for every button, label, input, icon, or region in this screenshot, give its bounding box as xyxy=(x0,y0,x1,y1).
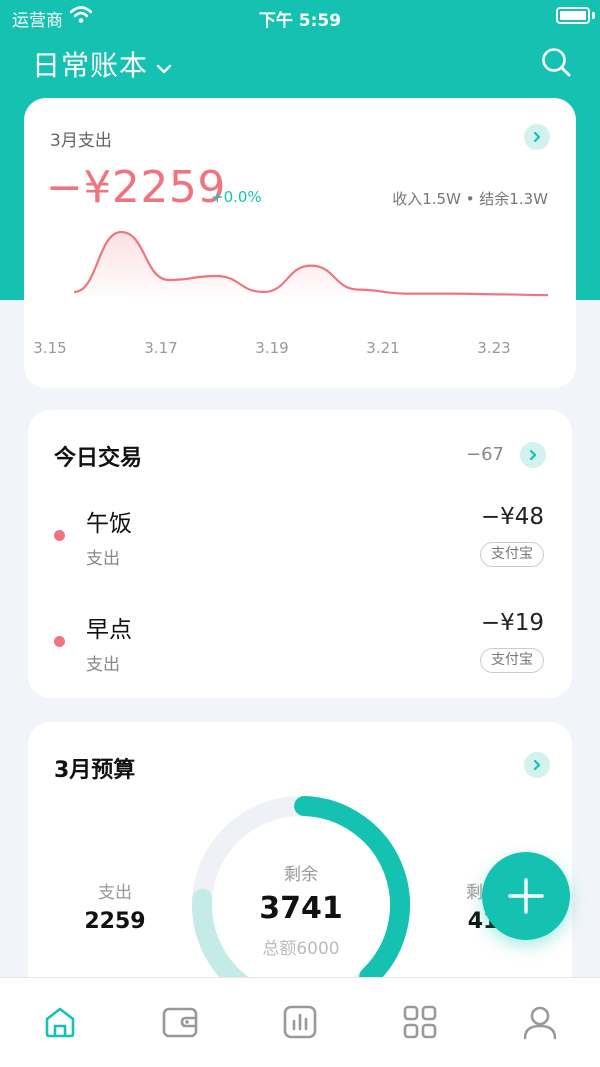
payment-method-badge: 支付宝 xyxy=(480,542,544,567)
search-icon[interactable] xyxy=(540,46,572,82)
transaction-type: 支出 xyxy=(86,655,120,675)
transaction-name: 午饭 xyxy=(86,511,132,537)
tab-bar xyxy=(0,977,600,1067)
budget-detail-button[interactable] xyxy=(524,752,550,778)
payment-method-badge: 支付宝 xyxy=(480,648,544,673)
user-icon xyxy=(523,1006,557,1040)
today-transactions-card: 今日交易 −67 午饭 支出 −¥48 支付宝 早点 支出 −¥19 支付宝 xyxy=(28,410,572,698)
budget-spent-value: 2259 xyxy=(84,909,146,934)
x-tick-label: 3.15 xyxy=(33,339,66,357)
wallet-icon xyxy=(162,1007,198,1038)
stats-icon xyxy=(283,1005,317,1039)
chevron-right-icon xyxy=(533,759,541,771)
month-expense-card[interactable]: 3月支出 −¥2259 +0.0% 收入1.5W • 结余1.3W 3.15 3.… xyxy=(24,98,576,388)
x-tick-label: 3.17 xyxy=(144,339,177,357)
x-tick-label: 3.23 xyxy=(477,339,510,357)
chevron-down-icon xyxy=(156,48,172,81)
expense-dot xyxy=(54,530,65,541)
today-detail-button[interactable] xyxy=(520,442,546,468)
transaction-row[interactable]: 早点 支出 −¥19 支付宝 xyxy=(28,608,572,678)
battery-icon xyxy=(556,7,590,24)
expense-dot xyxy=(54,636,65,647)
transaction-name: 早点 xyxy=(86,617,132,643)
status-bar: 运营商 下午 5:59 xyxy=(0,0,600,32)
book-name: 日常账本 xyxy=(32,49,149,82)
chart-area-fill xyxy=(74,232,548,296)
tab-apps[interactable] xyxy=(400,1002,440,1042)
chevron-right-icon xyxy=(529,449,537,461)
app-header: 日常账本 xyxy=(0,40,600,90)
tab-home[interactable] xyxy=(40,1002,80,1042)
plus-icon xyxy=(508,878,544,914)
tab-profile[interactable] xyxy=(520,1002,560,1042)
today-total: −67 xyxy=(466,444,504,465)
month-detail-button[interactable] xyxy=(524,124,550,150)
tab-statistics[interactable] xyxy=(280,1002,320,1042)
remaining-label: 剩余 xyxy=(284,865,318,885)
remaining-value: 3741 xyxy=(259,891,343,926)
today-title: 今日交易 xyxy=(54,446,143,471)
month-change-percent: +0.0% xyxy=(211,188,262,206)
transaction-row[interactable]: 午饭 支出 −¥48 支付宝 xyxy=(28,502,572,572)
add-record-button[interactable] xyxy=(482,852,570,940)
x-tick-label: 3.21 xyxy=(366,339,399,357)
battery-tip xyxy=(592,12,595,19)
grid-icon xyxy=(403,1005,437,1039)
month-label: 3月支出 xyxy=(50,131,112,151)
income-balance-summary: 收入1.5W • 结余1.3W xyxy=(392,190,548,208)
book-selector[interactable]: 日常账本 xyxy=(32,44,172,84)
month-expense-amount: −¥2259 xyxy=(46,162,226,213)
tab-wallet[interactable] xyxy=(160,1002,200,1042)
budget-spent: 支出 2259 xyxy=(60,878,170,934)
transaction-amount: −¥48 xyxy=(480,504,544,530)
budget-title: 3月预算 xyxy=(54,758,136,783)
x-tick-label: 3.19 xyxy=(255,339,288,357)
chevron-right-icon xyxy=(533,131,541,143)
clock-label: 下午 5:59 xyxy=(258,11,342,31)
budget-total: 总额6000 xyxy=(262,939,340,959)
transaction-amount: −¥19 xyxy=(480,610,544,636)
home-icon xyxy=(45,1007,75,1038)
transaction-type: 支出 xyxy=(86,549,120,569)
budget-spent-label: 支出 xyxy=(98,883,132,903)
expense-trend-chart: 3.15 3.17 3.19 3.21 3.23 xyxy=(33,230,549,357)
